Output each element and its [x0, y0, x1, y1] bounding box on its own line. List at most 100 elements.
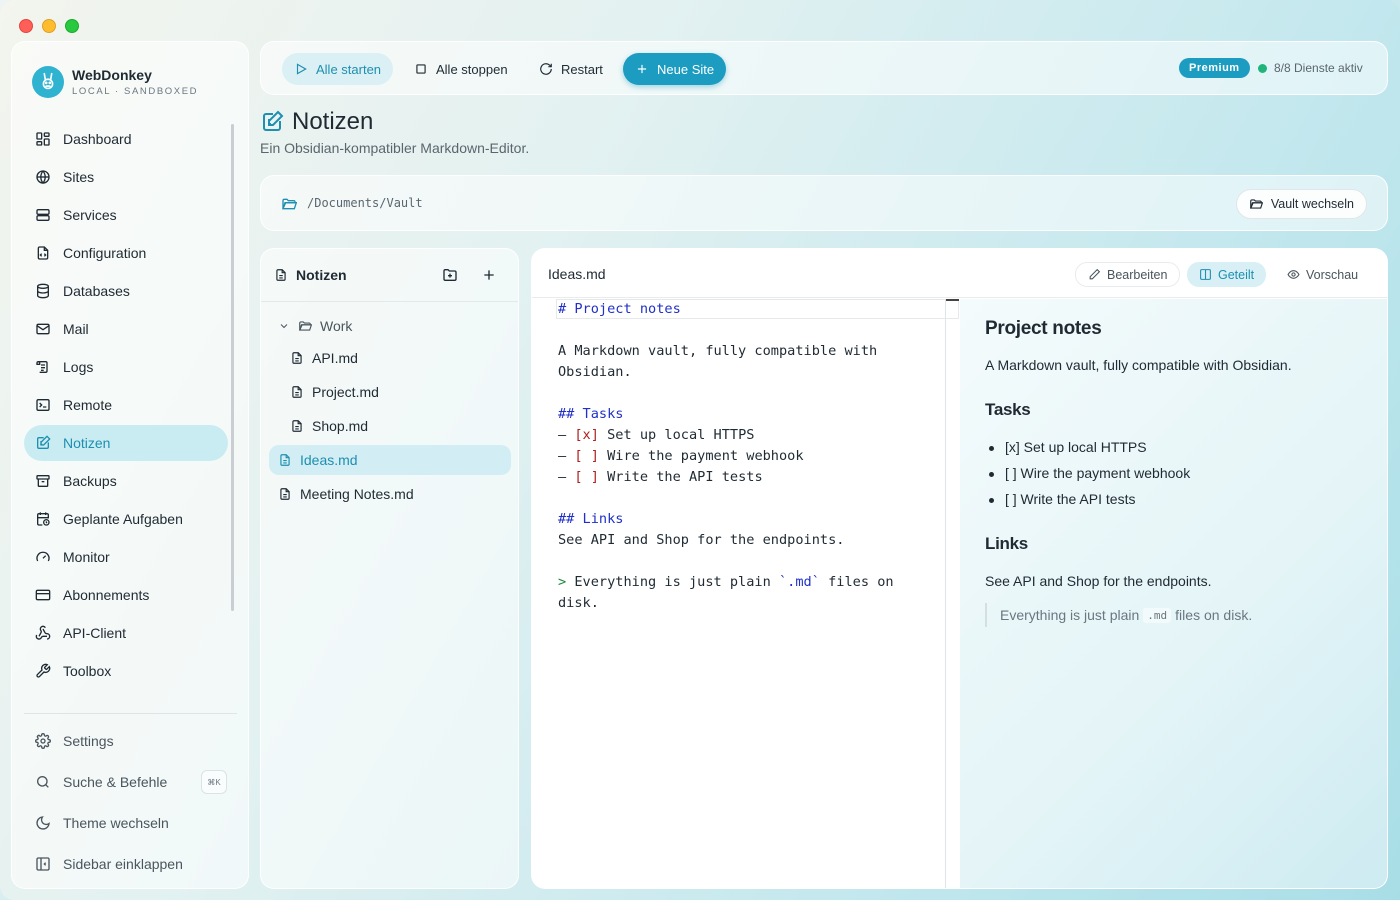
config-file-icon	[37, 246, 49, 260]
pencil-icon	[1089, 268, 1101, 280]
search-commands-button[interactable]: Suche & Befehle ⌘K	[24, 763, 228, 801]
premium-badge[interactable]: Premium	[1179, 58, 1250, 78]
list-dash: –	[558, 469, 567, 485]
list-dash: –	[558, 427, 567, 443]
sidebar-bottom: Settings Suche & Befehle ⌘K Theme wechse…	[24, 722, 228, 886]
checkbox-mark: [ ]	[574, 469, 599, 485]
tree-file-api[interactable]: API.md	[290, 343, 508, 373]
status-dot-icon	[1258, 64, 1267, 73]
source-line: # Project notes	[558, 301, 681, 317]
plus-icon[interactable]	[481, 267, 497, 283]
sidebar-item-mail[interactable]: Mail	[24, 311, 228, 347]
sidebar-item-label: Geplante Aufgaben	[63, 511, 183, 527]
stop-all-button[interactable]: Alle stoppen	[402, 53, 520, 85]
new-folder-icon[interactable]	[442, 267, 458, 283]
moon-icon	[36, 816, 50, 830]
preview-list-item: [x] Set up local HTTPS	[989, 439, 1147, 455]
sidebar-item-sites[interactable]: Sites	[24, 159, 228, 195]
settings-button[interactable]: Settings	[24, 722, 228, 760]
folder-open-icon	[282, 198, 297, 210]
donkey-logo-icon	[32, 66, 64, 98]
plus-icon	[637, 64, 647, 74]
tree-folder-label: Work	[320, 318, 353, 334]
wrench-icon	[36, 663, 51, 678]
start-all-label: Alle starten	[316, 61, 382, 77]
sidebar-item-logs[interactable]: Logs	[24, 349, 228, 385]
collapse-sidebar-button[interactable]: Sidebar einklappen	[24, 845, 228, 883]
sidebar: WebDonkey LOCAL · SANDBOXED Dashboard Si…	[11, 41, 249, 889]
folder-open-icon	[1249, 199, 1263, 209]
preview-heading-2: Links	[985, 534, 1028, 553]
tree-file-project[interactable]: Project.md	[290, 377, 508, 407]
editor-filename: Ideas.md	[548, 266, 606, 282]
mode-edit-label: Bearbeiten	[1107, 267, 1168, 282]
file-icon	[292, 352, 302, 364]
restart-button[interactable]: Restart	[527, 53, 615, 85]
sidebar-collapse-icon	[36, 857, 50, 871]
quote-mark: >	[558, 574, 567, 590]
notes-icon	[37, 435, 51, 449]
source-line: disk.	[558, 595, 599, 611]
mode-preview-button[interactable]: Vorschau	[1275, 262, 1370, 287]
file-tree-panel: Notizen Work API.md Project.md Shop.md I…	[260, 248, 519, 889]
sidebar-item-backups[interactable]: Backups	[24, 463, 228, 499]
sidebar-item-label: Abonnements	[63, 587, 150, 603]
mode-split-button[interactable]: Geteilt	[1187, 262, 1267, 287]
sidebar-nav: Dashboard Sites Services Configuration D…	[24, 121, 228, 691]
sidebar-item-databases[interactable]: Databases	[24, 273, 228, 309]
tree-file-shop[interactable]: Shop.md	[290, 411, 508, 441]
preview-list-item: [ ] Write the API tests	[988, 491, 1136, 507]
sidebar-item-label: Services	[63, 207, 117, 223]
markdown-source-editor[interactable]: # Project notes A Markdown vault, fully …	[532, 299, 959, 888]
preview-heading-1: Project notes	[985, 318, 1102, 339]
sidebar-item-remote[interactable]: Remote	[24, 387, 228, 423]
maximize-window-button[interactable]	[65, 19, 79, 33]
start-all-button[interactable]: Alle starten	[282, 53, 394, 85]
new-site-button[interactable]: Neue Site	[623, 53, 727, 85]
editor-scrollbar[interactable]	[946, 299, 959, 301]
sidebar-item-notizen[interactable]: Notizen	[24, 425, 228, 461]
checkbox-mark: [ ]	[574, 448, 599, 464]
preview-paragraph: A Markdown vault, fully compatible with …	[985, 357, 1292, 373]
file-icon	[292, 386, 302, 398]
tree-file-meeting-notes[interactable]: Meeting Notes.md	[278, 479, 508, 509]
brand: WebDonkey LOCAL · SANDBOXED	[32, 66, 198, 98]
minimize-window-button[interactable]	[42, 19, 56, 33]
sidebar-item-label: Notizen	[63, 435, 111, 451]
sidebar-item-label: Remote	[63, 397, 113, 413]
preview-list-item: [ ] Wire the payment webhook	[988, 465, 1191, 481]
sidebar-divider	[24, 713, 237, 714]
sidebar-item-label: Toolbox	[63, 663, 112, 679]
mode-edit-button[interactable]: Bearbeiten	[1075, 262, 1181, 287]
webhook-icon	[35, 625, 51, 640]
sidebar-item-geplante-aufgaben[interactable]: Geplante Aufgaben	[24, 501, 228, 537]
quote-text: Everything is just plain	[574, 574, 771, 590]
sidebar-item-label: Databases	[63, 283, 130, 299]
tree-file-label: Project.md	[312, 384, 379, 400]
sidebar-item-dashboard[interactable]: Dashboard	[24, 121, 228, 157]
sidebar-item-api-client[interactable]: API-Client	[24, 615, 228, 651]
close-window-button[interactable]	[19, 19, 33, 33]
tree-file-ideas[interactable]: Ideas.md	[269, 445, 511, 475]
sidebar-item-configuration[interactable]: Configuration	[24, 235, 228, 271]
inline-code: `.md`	[778, 574, 820, 590]
eye-icon	[1287, 270, 1300, 279]
sidebar-item-monitor[interactable]: Monitor	[24, 539, 228, 575]
source-line: Obsidian.	[558, 364, 632, 380]
file-icon	[292, 420, 302, 432]
sidebar-item-toolbox[interactable]: Toolbox	[24, 653, 228, 689]
mail-icon	[36, 323, 50, 335]
theme-toggle-button[interactable]: Theme wechseln	[24, 804, 228, 842]
calendar-clock-icon	[37, 512, 50, 526]
source-line: A Markdown vault, fully compatible with	[558, 343, 878, 359]
tree-folder-work[interactable]: Work	[278, 311, 508, 341]
sidebar-item-abonnements[interactable]: Abonnements	[24, 577, 228, 613]
sidebar-item-services[interactable]: Services	[24, 197, 228, 233]
switch-vault-button[interactable]: Vault wechseln	[1235, 189, 1367, 219]
new-site-label: Neue Site	[657, 61, 715, 77]
sidebar-scrollbar[interactable]	[231, 124, 234, 611]
brand-subtitle: LOCAL · SANDBOXED	[72, 86, 199, 97]
sidebar-item-label: Configuration	[63, 245, 147, 261]
task-text: Wire the payment webhook	[607, 448, 804, 464]
file-icon	[280, 454, 290, 466]
